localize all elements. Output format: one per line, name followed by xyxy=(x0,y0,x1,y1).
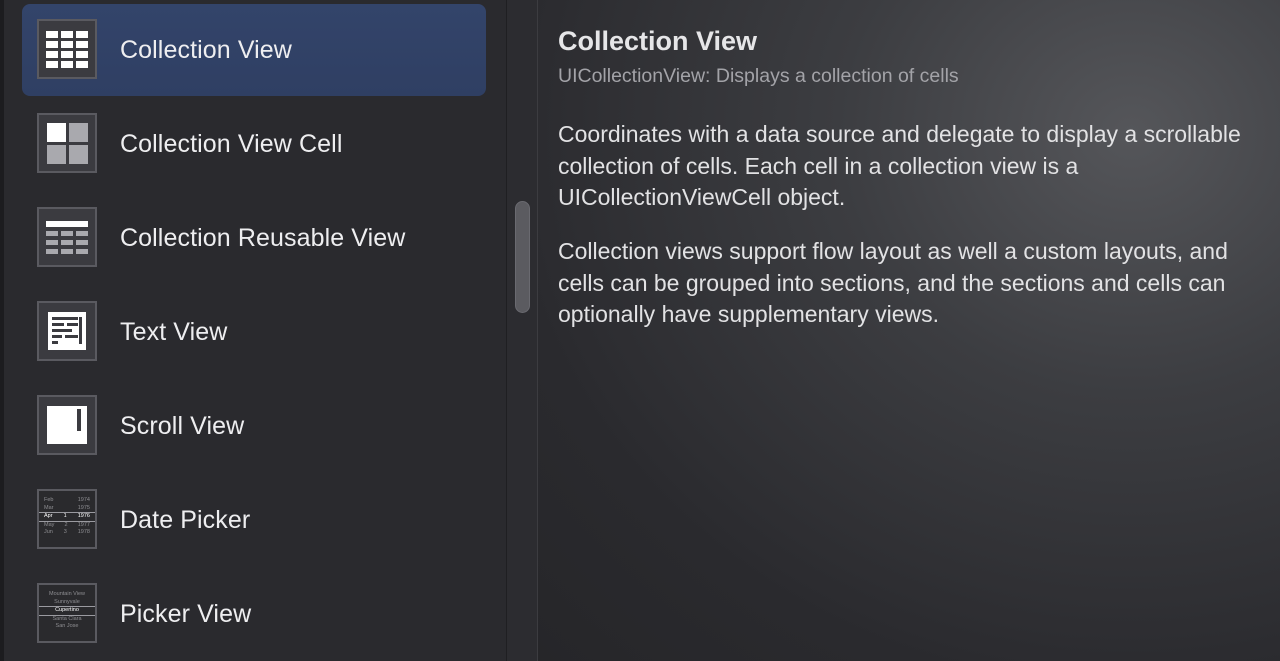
library-item-text-view[interactable]: Text View xyxy=(22,286,486,378)
library-item-picker-view[interactable]: Mountain View Sunnyvale Cupertino Santa … xyxy=(22,568,486,660)
library-item-label: Picker View xyxy=(120,600,252,628)
date-day: 1 xyxy=(63,513,67,519)
date-month: May xyxy=(44,521,55,528)
date-month: Jun xyxy=(44,529,53,535)
detail-description: Coordinates with a data source and deleg… xyxy=(558,121,1241,210)
date-year: 1977 xyxy=(77,521,90,528)
collection-reusable-view-icon xyxy=(37,207,97,267)
library-item-label: Date Picker xyxy=(120,506,251,534)
date-day: 2 xyxy=(64,521,68,528)
text-view-icon xyxy=(37,301,97,361)
library-item-collection-view-cell[interactable]: Collection View Cell xyxy=(22,98,486,190)
date-month: Mar xyxy=(44,504,54,511)
picker-row: San Jose xyxy=(55,623,79,629)
date-month: Apr xyxy=(44,513,53,519)
date-year: 1976 xyxy=(77,513,90,519)
detail-description: Collection views support flow layout as … xyxy=(558,238,1228,327)
date-year: 1974 xyxy=(77,497,90,503)
scroll-view-icon xyxy=(37,395,97,455)
library-item-label: Collection View xyxy=(120,36,292,64)
library-item-label: Collection View Cell xyxy=(120,130,343,158)
date-day: 3 xyxy=(63,529,67,535)
picker-row-selected: Cupertino xyxy=(39,606,95,616)
library-list[interactable]: Collection View Collection View Cell Col… xyxy=(4,0,506,661)
library-item-label: Scroll View xyxy=(120,412,245,440)
picker-row: Sunnyvale xyxy=(54,598,80,605)
picker-row: Santa Clara xyxy=(52,615,82,622)
library-item-label: Collection Reusable View xyxy=(120,224,406,252)
object-library-window: Collection View Collection View Cell Col… xyxy=(0,0,1280,661)
detail-subtitle: UICollectionView: Displays a collection … xyxy=(558,65,959,87)
date-year: 1975 xyxy=(77,504,90,511)
date-year: 1978 xyxy=(77,529,90,535)
library-item-scroll-view[interactable]: Scroll View xyxy=(22,380,486,472)
picker-row: Mountain View xyxy=(49,591,85,597)
library-scrollbar-thumb[interactable] xyxy=(515,201,530,313)
library-item-label: Text View xyxy=(120,318,228,346)
library-item-date-picker[interactable]: Feb 1974 Mar 1975 Apr 1 1976 May 2 1977 Jun 3 19… xyxy=(22,474,486,566)
collection-view-cell-icon xyxy=(37,113,97,173)
library-scrollbar[interactable] xyxy=(506,0,538,661)
library-item-collection-reusable-view[interactable]: Collection Reusable View xyxy=(22,192,486,284)
library-item-collection-view[interactable]: Collection View xyxy=(22,4,486,96)
date-picker-icon: Feb 1974 Mar 1975 Apr 1 1976 May 2 1977 Jun 3 19… xyxy=(37,489,97,549)
detail-pane: Collection View UICollectionView: Displa… xyxy=(538,0,1280,661)
picker-view-icon: Mountain View Sunnyvale Cupertino Santa … xyxy=(37,583,97,643)
detail-title: Collection View xyxy=(558,26,758,56)
collection-view-icon xyxy=(37,19,97,79)
date-month: Feb xyxy=(44,497,54,503)
